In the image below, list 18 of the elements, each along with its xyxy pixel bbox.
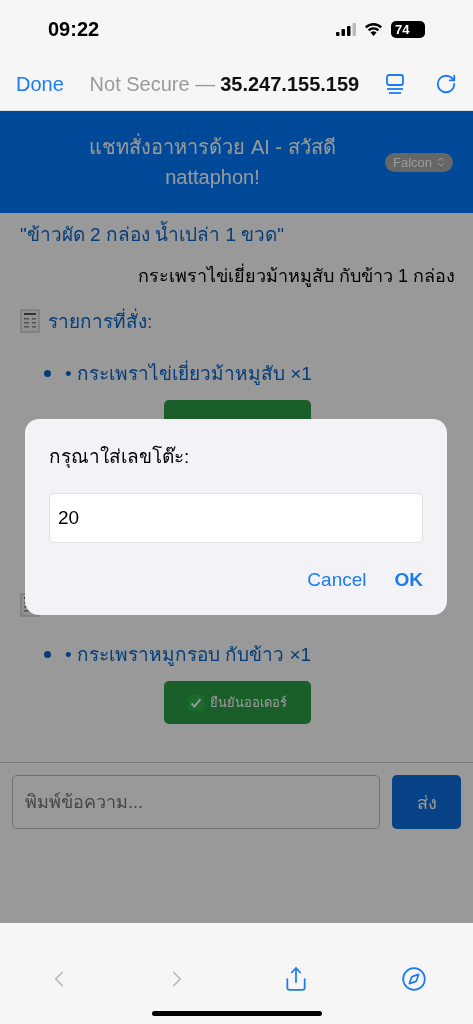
ok-button[interactable]: OK [394, 569, 423, 591]
address-text[interactable]: 35.247.155.159 [220, 72, 360, 96]
order-heading: รายการที่สั่ง: [48, 306, 153, 336]
security-label: Not Secure — [89, 72, 216, 96]
order-item: • กระเพราหมูกรอบ กับข้าว ×1 [65, 643, 312, 668]
page-title: แชทสั่งอาหารด้วย AI - สวัสดี nattaphon! [40, 132, 385, 192]
user-message: กระเพราไข่เยี่ยวม้าหมูสับ กับข้าว 1 กล่อง [20, 261, 455, 290]
message-input[interactable]: พิมพ์ข้อความ... [12, 775, 380, 829]
done-button[interactable]: Done [16, 72, 64, 96]
battery-level: 74 [391, 20, 425, 38]
clock: 09:22 [48, 17, 100, 41]
bot-message: "ข้าวผัด 2 กล่อง น้ำเปล่า 1 ขวด" [20, 219, 455, 249]
cancel-button[interactable]: Cancel [307, 569, 367, 591]
confirm-button[interactable]: ยืนยันออเดอร์ [164, 681, 311, 724]
send-button[interactable]: ส่ง [392, 775, 461, 829]
dialog-title: กรุณาใส่เลขโต๊ะ: [49, 444, 191, 470]
order-item: • กระเพราไข่เยี่ยวม้าหมูสับ ×1 [65, 358, 312, 388]
table-number-input[interactable]: 20 [49, 493, 423, 543]
